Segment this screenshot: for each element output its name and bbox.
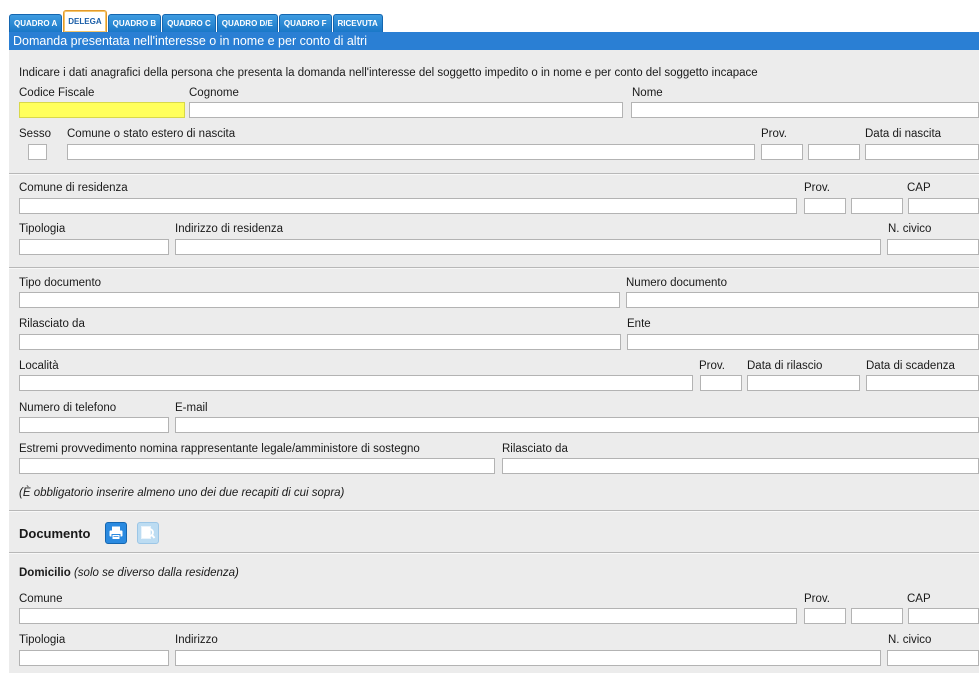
prov-extra-field[interactable] [851,198,903,214]
estremi-label: Estremi provvedimento nomina rappresenta… [19,443,420,455]
section-title: Domanda presentata nell'interesse o in n… [9,32,979,50]
domicilio-heading: Domicilio (solo se diverso dalla residen… [19,567,239,579]
indirizzo-residenza-field[interactable] [175,239,881,255]
sesso-field[interactable] [28,144,47,160]
prov-localita-label: Prov. [699,360,725,372]
comune-residenza-label: Comune di residenza [19,182,128,194]
prov-domicilio-label: Prov. [804,593,830,605]
rilasciato-da-field[interactable] [19,334,621,350]
documento-heading: Documento [19,526,91,541]
numero-documento-field[interactable] [626,292,979,308]
data-nascita-field[interactable] [865,144,979,160]
printer-icon [109,526,123,540]
tab-quadro-c[interactable]: QUADRO C [162,14,216,32]
tab-delega[interactable]: DELEGA [63,10,107,32]
data-nascita-label: Data di nascita [865,128,942,140]
comune-residenza-field[interactable] [19,198,797,214]
domicilio-title: Domicilio [19,567,71,579]
tab-quadro-de[interactable]: QUADRO D/E [216,14,278,32]
indirizzo-residenza-label: Indirizzo di residenza [175,223,284,235]
numero-documento-label: Numero documento [626,277,727,289]
indirizzo-domicilio-label: Indirizzo [175,634,218,646]
codice-fiscale-field[interactable] [19,102,185,118]
separator [9,173,979,175]
comune-nascita-field[interactable] [67,144,755,160]
n-civico-domicilio-field[interactable] [887,650,979,666]
ente-field[interactable] [627,334,979,350]
cap-domicilio-label: CAP [907,593,931,605]
cap-domicilio-field[interactable] [908,608,979,624]
obbligatorio-note: (È obbligatorio inserire almeno uno dei … [19,487,345,499]
prov-domicilio-extra-field[interactable] [851,608,903,624]
intro-text: Indicare i dati anagrafici della persona… [19,67,758,79]
cap-residenza-field[interactable] [908,198,979,214]
data-scadenza-label: Data di scadenza [866,360,955,372]
tab-ricevuta[interactable]: RICEVUTA [332,14,383,32]
indirizzo-domicilio-field[interactable] [175,650,881,666]
cognome-label: Cognome [189,87,239,99]
tab-quadro-f[interactable]: QUADRO F [278,14,332,32]
tipologia-domicilio-field[interactable] [19,650,169,666]
n-civico-field[interactable] [887,239,979,255]
preview-button[interactable] [137,522,159,544]
cognome-field[interactable] [189,102,623,118]
prov-localita-field[interactable] [700,375,742,391]
magnifier-preview-icon [141,526,156,539]
estremi-field[interactable] [19,458,495,474]
ente-label: Ente [627,318,651,330]
data-scadenza-field[interactable] [866,375,979,391]
tipo-documento-label: Tipo documento [19,277,102,289]
prov-nascita-field[interactable] [761,144,803,160]
n-civico-domicilio-label: N. civico [888,634,932,646]
rilasciato-da-provvedimento-field[interactable] [502,458,979,474]
prov-domicilio-field[interactable] [804,608,846,624]
prov-residenza-label: Prov. [804,182,830,194]
rilasciato-da-label: Rilasciato da [19,318,85,330]
data-rilascio-label: Data di rilascio [747,360,823,372]
codice-fiscale-label: Codice Fiscale [19,87,95,99]
rilasciato-da-provvedimento-label: Rilasciato da [502,443,568,455]
localita-field[interactable] [19,375,693,391]
tipologia-field[interactable] [19,239,169,255]
tab-bar: QUADRO A DELEGA QUADRO B QUADRO C QUADRO… [9,9,384,32]
email-label: E-mail [175,402,208,414]
cap-residenza-label: CAP [907,182,931,194]
data-rilascio-field[interactable] [747,375,860,391]
localita-label: Località [19,360,59,372]
stato-nascita-field[interactable] [808,144,860,160]
tipologia-label: Tipologia [19,223,66,235]
separator [9,267,979,269]
print-button[interactable] [105,522,127,544]
comune-domicilio-label: Comune [19,593,63,605]
prov-residenza-field[interactable] [804,198,846,214]
tab-quadro-b[interactable]: QUADRO B [107,14,162,32]
numero-telefono-label: Numero di telefono [19,402,117,414]
tipo-documento-field[interactable] [19,292,620,308]
n-civico-label: N. civico [888,223,932,235]
numero-telefono-field[interactable] [19,417,169,433]
domicilio-note: (solo se diverso dalla residenza) [73,567,239,579]
comune-domicilio-field[interactable] [19,608,797,624]
email-field[interactable] [175,417,979,433]
sesso-label: Sesso [19,128,51,140]
nome-label: Nome [632,87,663,99]
tipologia-domicilio-label: Tipologia [19,634,66,646]
tab-quadro-a[interactable]: QUADRO A [9,14,63,32]
separator [9,552,979,554]
prov-nascita-label: Prov. [761,128,787,140]
nome-field[interactable] [631,102,979,118]
comune-nascita-label: Comune o stato estero di nascita [67,128,236,140]
separator [9,510,979,512]
